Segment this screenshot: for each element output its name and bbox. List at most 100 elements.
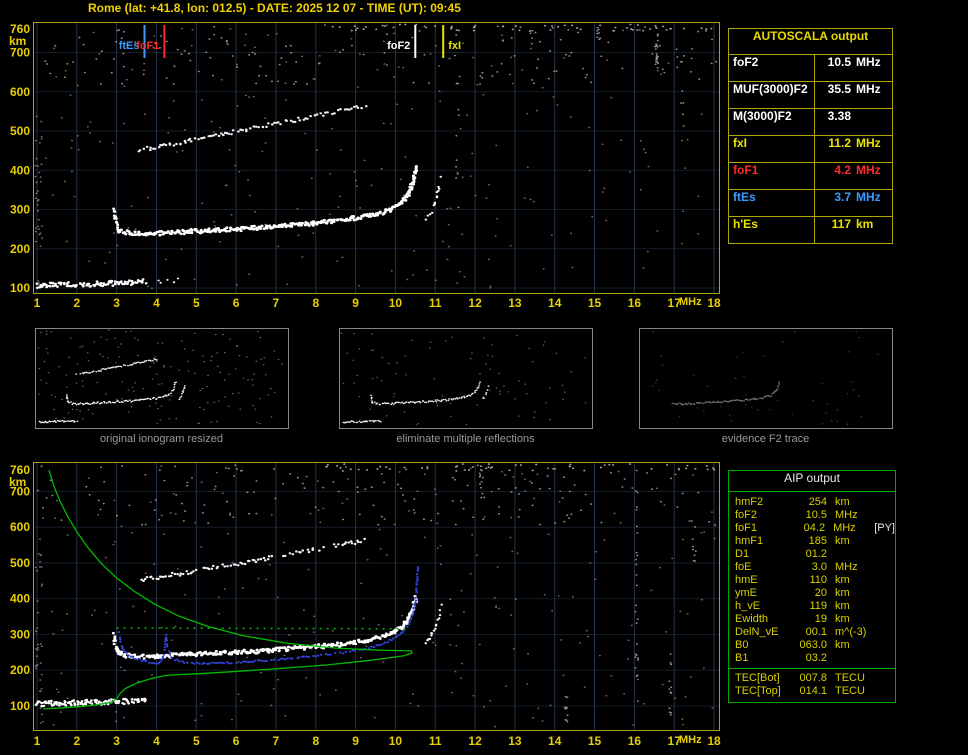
svg-text:18: 18 <box>707 296 721 310</box>
param-unit <box>851 109 892 135</box>
svg-text:7: 7 <box>273 734 280 748</box>
param-label: M(3000)F2 <box>729 109 815 135</box>
param-value: 01.2 <box>805 548 827 560</box>
autoscala-row-foF1: foF1 4.2 MHz <box>729 163 892 190</box>
svg-text:foF2: foF2 <box>387 40 410 52</box>
param-name: foF1 <box>735 522 758 534</box>
param-unit: km <box>835 574 850 586</box>
autoscala-row-MUF3000F2: MUF(3000)F2 35.5 MHz <box>729 82 892 109</box>
param-unit: km <box>835 587 850 599</box>
autoscala-output-panel: AUTOSCALA output foF2 10.5 MHz MUF(3000)… <box>728 28 893 244</box>
aip-row-foF1: foF1 04.2 MHz [PY] <box>735 522 895 535</box>
param-value: 11.2 <box>828 136 851 150</box>
svg-text:km: km <box>9 475 26 489</box>
param-name: foE <box>735 561 752 573</box>
param-name: ymE <box>735 587 757 599</box>
param-unit: TECU <box>835 672 865 684</box>
param-unit: km <box>856 217 874 231</box>
param-unit: MHz <box>856 190 881 204</box>
autoscala-row-hEs: h'Es 117 km <box>729 217 892 243</box>
aip-row-ymE: ymE 20 km <box>735 587 895 600</box>
aip-row-hmE: hmE 110 km <box>735 574 895 587</box>
param-value: 119 <box>809 600 827 612</box>
svg-text:9: 9 <box>352 296 359 310</box>
param-value: 007.8 <box>799 672 827 684</box>
aip-row-D1: D1 01.2 <box>735 548 895 561</box>
param-unit: m^(-3) <box>835 626 867 638</box>
param-value: 063.0 <box>799 639 827 651</box>
thumb-caption-original: original ionogram resized <box>100 433 223 445</box>
param-value: 3.0 <box>811 561 827 573</box>
aip-row-hmF1: hmF1 185 km <box>735 535 895 548</box>
svg-text:12: 12 <box>468 296 482 310</box>
thumb-eliminate-reflections <box>339 328 593 429</box>
param-name: hmF2 <box>735 496 764 508</box>
autoscala-row-M3000F2: M(3000)F2 3.38 <box>729 109 892 136</box>
param-unit: MHz <box>835 509 858 521</box>
param-value: 19 <box>814 613 827 625</box>
aip-parameter-list: hmF2 254 km foF2 10.5 MHz foF1 04.2 MHz … <box>729 492 895 668</box>
svg-text:MHz: MHz <box>679 734 702 746</box>
svg-text:11: 11 <box>429 296 442 310</box>
svg-text:1: 1 <box>34 734 41 748</box>
svg-text:3: 3 <box>113 734 120 748</box>
svg-text:MHz: MHz <box>679 296 702 308</box>
svg-text:18: 18 <box>707 734 721 748</box>
param-label: h'Es <box>729 217 815 243</box>
param-value: 3.7 <box>834 190 851 204</box>
svg-text:13: 13 <box>508 734 522 748</box>
thumb-caption-eliminate: eliminate multiple reflections <box>396 433 535 445</box>
param-value: 254 <box>808 496 827 508</box>
param-label: foF2 <box>729 55 815 81</box>
param-unit: km <box>835 496 850 508</box>
param-value: 117 <box>831 217 851 231</box>
svg-text:100: 100 <box>10 699 30 713</box>
aip-row-B1: B1 03.2 <box>735 652 895 665</box>
param-name: B1 <box>735 652 749 664</box>
param-value: 4.2 <box>834 163 851 177</box>
param-value: 3.38 <box>827 109 851 123</box>
param-name: h_vE <box>735 600 761 612</box>
svg-text:15: 15 <box>588 296 602 310</box>
autoscala-panel-title: AUTOSCALA output <box>729 29 892 55</box>
svg-text:600: 600 <box>10 520 30 534</box>
autoscala-row-foF2: foF2 10.5 MHz <box>729 55 892 82</box>
param-name: hmE <box>735 574 758 586</box>
param-name: B0 <box>735 639 749 651</box>
svg-text:fxI: fxI <box>448 40 461 52</box>
svg-text:12: 12 <box>468 734 482 748</box>
svg-text:foF1: foF1 <box>136 40 159 52</box>
param-label: MUF(3000)F2 <box>729 82 815 108</box>
param-name: D1 <box>735 548 750 560</box>
svg-text:10: 10 <box>389 296 403 310</box>
aip-row-Ewidth: Ewidth 19 km <box>735 613 895 626</box>
svg-text:200: 200 <box>10 663 30 677</box>
param-unit: MHz <box>856 163 881 177</box>
svg-text:6: 6 <box>233 296 240 310</box>
svg-text:2: 2 <box>73 734 80 748</box>
param-flag: [PY] <box>874 522 895 534</box>
svg-text:16: 16 <box>628 296 642 310</box>
svg-text:3: 3 <box>113 296 120 310</box>
svg-text:11: 11 <box>429 734 442 748</box>
param-name: foF2 <box>735 509 758 521</box>
param-unit: MHz <box>833 522 856 534</box>
thumb-original-ionogram <box>35 328 289 429</box>
svg-text:8: 8 <box>312 734 319 748</box>
param-unit: TECU <box>835 685 865 697</box>
param-unit: km <box>835 639 850 651</box>
param-unit: MHz <box>856 136 881 150</box>
thumb-caption-evidence: evidence F2 trace <box>721 433 810 445</box>
param-unit <box>827 548 877 561</box>
svg-text:16: 16 <box>628 734 642 748</box>
svg-text:400: 400 <box>10 163 30 177</box>
param-label: fxI <box>729 136 815 162</box>
aip-row-hmF2: hmF2 254 km <box>735 496 895 509</box>
param-value: 10.5 <box>805 509 827 521</box>
autoscala-row-fxI: fxI 11.2 MHz <box>729 136 892 163</box>
main-ionogram: 100200300400500600700760km1 2 3 4 5 6 7 8 9 10 11 1… <box>9 22 721 310</box>
param-unit: km <box>835 535 850 547</box>
svg-text:2: 2 <box>73 296 80 310</box>
aip-row-foF2: foF2 10.5 MHz <box>735 509 895 522</box>
svg-text:100: 100 <box>10 281 30 295</box>
